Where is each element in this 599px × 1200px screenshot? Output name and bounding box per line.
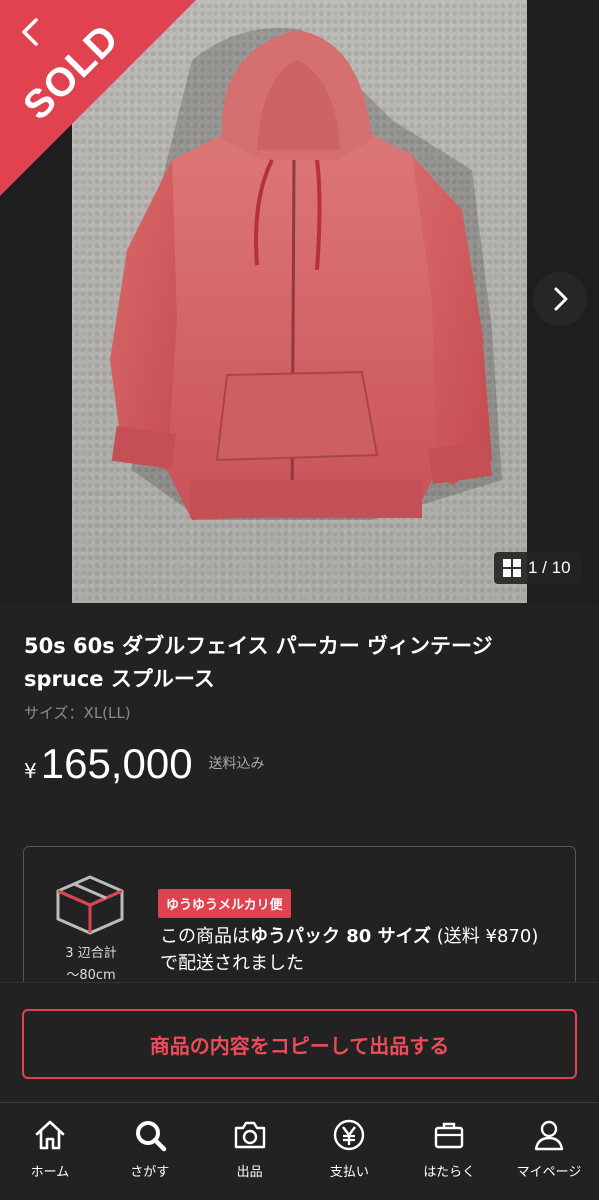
shipping-desc-size: ゆうパック 80 サイズ	[250, 926, 432, 947]
home-icon	[35, 1120, 65, 1150]
shipping-included-note: 送料込み	[208, 756, 265, 772]
grid-icon	[503, 559, 521, 577]
tab-search-label: さがす	[130, 1165, 170, 1180]
tab-home-label: ホーム	[30, 1165, 70, 1180]
tab-work[interactable]: はたらく	[399, 1103, 499, 1200]
tab-work-label: はたらく	[423, 1165, 476, 1180]
package-box-icon	[56, 875, 124, 935]
person-icon	[534, 1120, 564, 1151]
price-currency: ¥	[24, 759, 37, 783]
price-amount: 165,000	[40, 740, 193, 787]
shipping-description: この商品はゆうパック 80 サイズ (送料 ¥870) で配送されました	[160, 923, 560, 977]
tab-mypage[interactable]: マイページ	[499, 1103, 599, 1200]
product-photo-carousel[interactable]: SOLD 1 / 10	[0, 0, 599, 603]
tab-home[interactable]: ホーム	[0, 1103, 100, 1200]
tab-sell-label: 出品	[236, 1165, 263, 1180]
bottom-tab-bar: ホーム さがす 出品 支払い はたらく マイページ	[0, 1102, 599, 1200]
package-dimensions: 3 辺合計 〜80cm	[46, 943, 136, 987]
tab-search[interactable]: さがす	[100, 1103, 200, 1200]
item-price: ¥ 165,000 送料込み	[24, 740, 265, 788]
photo-counter[interactable]: 1 / 10	[494, 552, 582, 584]
tab-sell[interactable]: 出品	[200, 1103, 300, 1200]
item-title: 50s 60s ダブルフェイス パーカー ヴィンテージ spruce スプルース	[24, 634, 493, 691]
next-photo-button[interactable]	[533, 272, 587, 326]
shipping-desc-prefix: この商品は	[160, 926, 250, 947]
tab-mypage-label: マイページ	[516, 1165, 582, 1180]
shipping-method-badge: ゆうゆうメルカリ便	[158, 889, 291, 918]
yen-icon	[334, 1119, 365, 1151]
tab-payment[interactable]: 支払い	[299, 1103, 399, 1200]
back-button[interactable]	[12, 12, 48, 52]
briefcase-icon	[435, 1122, 464, 1149]
chevron-left-icon	[22, 18, 38, 46]
photo-counter-text: 1 / 10	[528, 558, 571, 577]
item-size: サイズ：XL(LL)	[24, 704, 131, 722]
search-icon	[135, 1121, 166, 1152]
chevron-right-icon	[554, 287, 568, 311]
dimension-label: 3 辺合計	[65, 946, 117, 961]
tab-payment-label: 支払い	[329, 1165, 369, 1180]
copy-listing-button[interactable]: 商品の内容をコピーして出品する	[22, 1009, 577, 1079]
camera-icon	[234, 1121, 265, 1149]
